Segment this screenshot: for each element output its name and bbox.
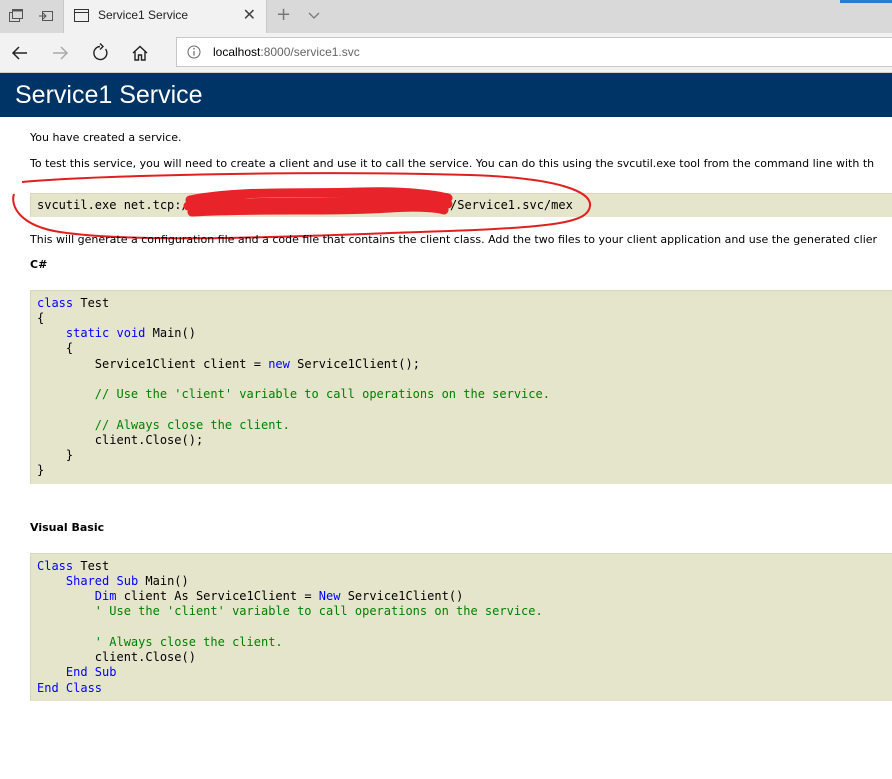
generate-text: This will generate a configuration file … (30, 233, 878, 246)
page-heading-bar: Service1 Service (0, 73, 892, 117)
close-tab-icon[interactable]: ✕ (243, 7, 256, 23)
code-line: } (37, 448, 74, 462)
home-icon[interactable] (130, 43, 150, 63)
vb-code-box: Class Test Shared Sub Main() Dim client … (30, 553, 892, 701)
code-comment: ' Always close the client. (37, 635, 283, 649)
code-text: Test (73, 296, 110, 310)
redaction-scribble (183, 187, 453, 217)
code-keyword: Shared (65, 574, 110, 588)
code-keyword: class (37, 296, 74, 310)
navigation-bar: localhost:8000/service1.svc (0, 33, 892, 73)
svcutil-prefix: svcutil.exe net.tcp:/ (37, 198, 189, 212)
code-comment: ' Use the 'client' variable to call oper… (37, 604, 543, 618)
page-favicon-icon (74, 9, 89, 22)
intro-text: You have created a service. (30, 131, 182, 144)
url-host: localhost (213, 45, 261, 59)
code-comment: // Always close the client. (37, 418, 290, 432)
code-line: client.Close() (37, 650, 196, 664)
code-keyword: End Sub (65, 665, 117, 679)
code-keyword: Class (37, 559, 74, 573)
forward-icon[interactable] (50, 43, 70, 63)
code-keyword: static (65, 326, 110, 340)
code-text: Service1Client client = (37, 357, 269, 371)
code-text: Service1Client(); (289, 357, 420, 371)
code-line: client.Close(); (37, 433, 204, 447)
active-tab[interactable]: Service1 Service ✕ (63, 0, 267, 33)
set-aside-tabs-icon[interactable] (38, 8, 54, 24)
address-bar[interactable]: localhost:8000/service1.svc (176, 37, 892, 67)
code-keyword: Dim (94, 589, 117, 603)
vb-heading: Visual Basic (30, 521, 105, 534)
code-keyword: Sub (116, 574, 139, 588)
refresh-icon[interactable] (90, 43, 110, 63)
code-keyword: End Class (37, 681, 103, 695)
code-line: Class Test (37, 559, 109, 573)
back-icon[interactable] (10, 43, 30, 63)
chevron-down-icon[interactable] (307, 8, 321, 22)
url-text: localhost:8000/service1.svc (213, 45, 360, 59)
info-icon[interactable] (187, 45, 201, 59)
csharp-code-box: class Test { static void Main() { Servic… (30, 290, 892, 484)
code-keyword: void (116, 326, 146, 340)
instructions-text: To test this service, you will need to c… (30, 157, 875, 170)
code-line: Shared Sub Main() (37, 574, 189, 588)
svcutil-command-box: svcutil.exe net.tcp:/ /Service1.svc/mex (30, 193, 892, 217)
code-line: class Test (37, 296, 109, 310)
code-line: Dim client As Service1Client = New Servi… (37, 589, 464, 603)
code-line: } (37, 463, 45, 477)
accent-strip (840, 0, 892, 3)
code-comment: // Use the 'client' variable to call ope… (37, 387, 550, 401)
page-title: Service1 Service (15, 81, 203, 109)
code-text: Service1Client() (340, 589, 464, 603)
code-line: { (37, 311, 45, 325)
csharp-heading: C# (30, 258, 48, 271)
code-text: client As Service1Client = (116, 589, 319, 603)
code-line: Service1Client client = new Service1Clie… (37, 357, 420, 371)
code-keyword: New (318, 589, 341, 603)
code-text: Test (73, 559, 110, 573)
code-text: Main() (145, 326, 196, 340)
code-text: Main() (138, 574, 189, 588)
tab-title: Service1 Service (98, 8, 189, 22)
code-line: End Sub (37, 665, 117, 679)
svcutil-suffix: /Service1.svc/mex (450, 198, 573, 212)
code-line: { (37, 341, 74, 355)
code-keyword: new (268, 357, 290, 371)
url-path: :8000/service1.svc (260, 45, 360, 59)
tab-bar: Service1 Service ✕ + (0, 0, 892, 33)
code-line: static void Main() (37, 326, 196, 340)
tab-manager-icon[interactable] (8, 8, 24, 24)
new-tab-icon[interactable]: + (276, 6, 291, 24)
